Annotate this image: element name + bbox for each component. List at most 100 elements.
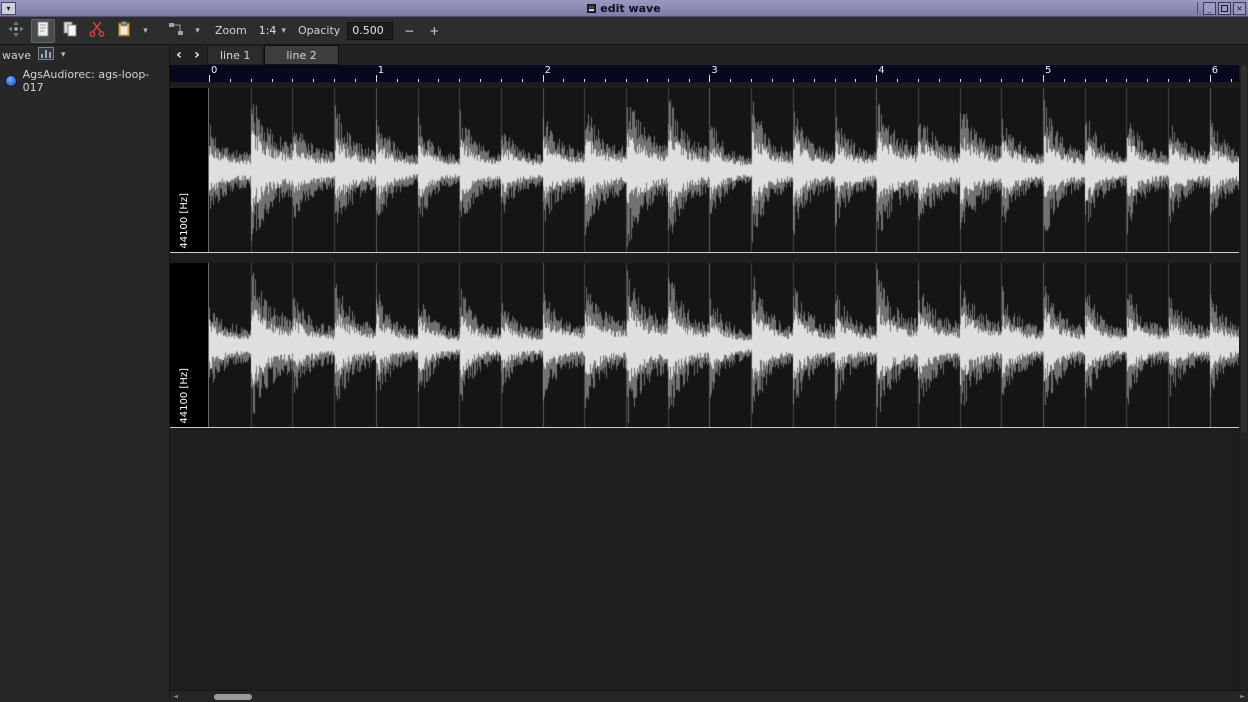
horizontal-scrollbar[interactable]: ◄ ► <box>170 690 1248 702</box>
wave-toolbar: ▾ ▾ Zoom 1:4 ▾ Opacity − + <box>0 17 1248 45</box>
ruler-tick <box>1147 79 1148 82</box>
ruler-tick <box>397 79 398 82</box>
ruler-tick <box>1106 79 1107 82</box>
opacity-input[interactable] <box>347 22 393 40</box>
wave-scope-caret-icon[interactable]: ▾ <box>61 50 66 60</box>
timeline-ruler[interactable]: 0123456 <box>170 65 1239 82</box>
scroll-left-icon[interactable]: ◄ <box>170 693 181 700</box>
waveform-canvas[interactable] <box>209 88 1239 252</box>
ruler-tick <box>334 79 335 82</box>
ruler-tick <box>835 79 836 82</box>
ruler-tick <box>418 79 419 82</box>
spacer <box>170 253 1239 263</box>
window-menu-caret-icon: ▾ <box>6 4 10 13</box>
titlebar[interactable]: ▾ edit wave _ × <box>0 0 1248 17</box>
close-button[interactable]: × <box>1233 2 1246 15</box>
machine-radio-label: AgsAudiorec: ags-loop-017 <box>23 68 164 94</box>
window-title-wrap: edit wave <box>0 2 1248 15</box>
tool-popup-button[interactable] <box>164 19 188 43</box>
ruler-label: 3 <box>711 65 717 76</box>
maximize-button[interactable] <box>1218 2 1231 15</box>
ruler-tick <box>730 79 731 82</box>
prev-line-button[interactable]: ‹ <box>170 45 188 65</box>
ruler-tick <box>209 75 210 82</box>
ruler-tick <box>313 79 314 82</box>
tab-line-1[interactable]: line 1 <box>207 45 263 65</box>
zoom-select[interactable]: 1:4 ▾ <box>254 22 291 39</box>
vscroll-handle[interactable] <box>1241 65 1247 433</box>
clipboard-icon <box>115 20 133 41</box>
sample-rate-strip: 44100 [Hz] <box>170 263 208 427</box>
wave-strip: 44100 [Hz] <box>170 88 1239 253</box>
ruler-tick <box>480 79 481 82</box>
ruler-tick <box>1085 79 1086 82</box>
ruler-tick <box>709 75 710 82</box>
ruler-tick <box>1022 79 1023 82</box>
paste-menu-caret-icon[interactable]: ▾ <box>139 26 152 36</box>
line-tab-row: ‹ › line 1 line 2 <box>170 45 1248 65</box>
waveform-canvas[interactable] <box>209 263 1239 427</box>
zoom-label: Zoom <box>215 24 247 37</box>
ruler-tick <box>376 75 377 82</box>
hscroll-handle[interactable] <box>214 694 252 700</box>
ruler-label: 1 <box>378 65 384 76</box>
ruler-tick <box>793 79 794 82</box>
paste-button[interactable] <box>112 19 136 43</box>
window-menu-button[interactable]: ▾ <box>1 2 16 15</box>
cut-button[interactable] <box>85 19 109 43</box>
ruler-label: 4 <box>878 65 884 76</box>
ruler-tick <box>251 79 252 82</box>
edit-tool-button[interactable] <box>31 19 55 43</box>
position-cursor-button[interactable] <box>4 19 28 43</box>
ruler-tick <box>668 79 669 82</box>
app-icon <box>587 4 596 13</box>
waveform-area[interactable] <box>208 263 1239 427</box>
ruler-tick <box>501 79 502 82</box>
opacity-increment-button[interactable]: + <box>425 22 443 40</box>
next-line-button[interactable]: › <box>188 45 206 65</box>
ruler-tick <box>543 75 544 82</box>
tool-popup-icon <box>167 20 185 41</box>
waveform-area[interactable] <box>208 88 1239 252</box>
edit-background <box>170 428 1239 690</box>
wave-scope-label: wave <box>2 49 31 62</box>
ruler-label: 0 <box>211 65 217 76</box>
ruler-tick <box>626 79 627 82</box>
window-buttons: _ × <box>1197 2 1246 15</box>
ruler-tick <box>355 79 356 82</box>
ruler-tick <box>772 79 773 82</box>
edit-document-icon <box>34 20 52 41</box>
machine-radio-row[interactable]: AgsAudiorec: ags-loop-017 <box>0 65 169 97</box>
ruler-tick <box>897 79 898 82</box>
ruler-tick <box>751 79 752 82</box>
ruler-tick <box>522 79 523 82</box>
ruler-tick <box>1001 79 1002 82</box>
ruler-tick <box>1043 75 1044 82</box>
edit-column: 0123456 44100 [Hz] 44100 [Hz] <box>170 65 1239 690</box>
vertical-scrollbar[interactable] <box>1239 65 1248 690</box>
machine-radio[interactable] <box>5 75 17 87</box>
opacity-label: Opacity <box>298 24 340 37</box>
content: wave ▾ AgsAudiorec: ags-loop-017 <box>0 45 1248 702</box>
ruler-tick <box>1231 79 1232 82</box>
hscroll-track[interactable] <box>181 691 1237 702</box>
ruler-tick <box>230 79 231 82</box>
ruler-tick <box>939 79 940 82</box>
ruler-tick <box>438 79 439 82</box>
ruler-tick <box>918 79 919 82</box>
ruler-tick <box>960 79 961 82</box>
copy-icon <box>61 20 79 41</box>
copy-button[interactable] <box>58 19 82 43</box>
edit-area: ‹ › line 1 line 2 0123456 44100 [Hz] <box>170 45 1248 702</box>
opacity-decrement-button[interactable]: − <box>400 22 418 40</box>
minimize-button[interactable]: _ <box>1203 2 1216 15</box>
sample-rate-label: 44100 [Hz] <box>179 368 190 424</box>
scroll-right-icon[interactable]: ► <box>1237 693 1248 700</box>
zoom-value: 1:4 <box>259 24 277 37</box>
tab-line-2[interactable]: line 2 <box>264 45 338 65</box>
edit-body: 0123456 44100 [Hz] 44100 [Hz] <box>170 65 1248 690</box>
ruler-tick <box>980 79 981 82</box>
tool-menu-caret-icon[interactable]: ▾ <box>191 26 204 36</box>
ruler-tick <box>689 79 690 82</box>
ruler-label: 5 <box>1045 65 1051 76</box>
